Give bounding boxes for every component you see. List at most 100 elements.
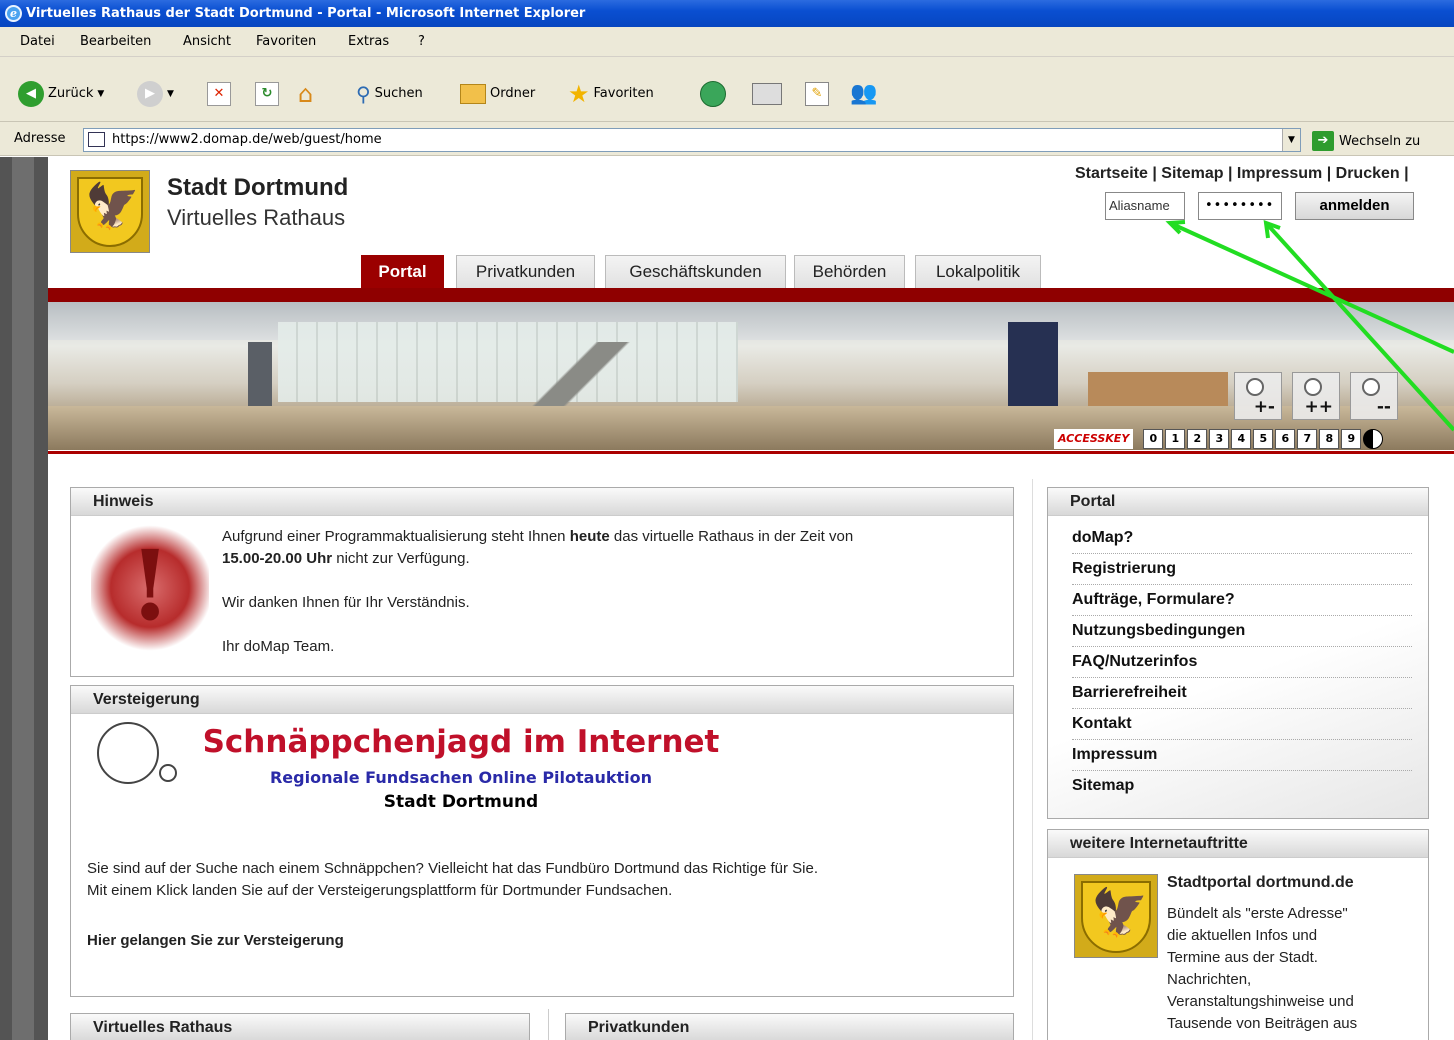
accesskey-bar: ACCESSKEY 0 1 2 3 4 5 6 7 8 9 [1054, 428, 1384, 450]
accesskey-label: ACCESSKEY [1054, 429, 1134, 449]
contrast-icon[interactable] [1363, 429, 1384, 449]
eagle-crest-icon: 🦅 [85, 181, 140, 232]
people-icon: 👥 [850, 81, 878, 106]
messenger-button[interactable]: 👥 [850, 79, 877, 109]
zoom-controls: +- ++ -- [1234, 372, 1398, 420]
chevron-down-icon[interactable]: ▼ [1282, 129, 1300, 151]
tab-behoerden[interactable]: Behörden [794, 255, 905, 289]
accesskey-7[interactable]: 7 [1297, 429, 1318, 449]
accesskey-9[interactable]: 9 [1341, 429, 1362, 449]
history-icon [700, 81, 726, 107]
nav-sitemap[interactable]: Sitemap [1072, 772, 1412, 802]
go-button[interactable]: ➔ Wechseln zu [1312, 130, 1420, 152]
refresh-button[interactable]: ↻ [255, 79, 279, 109]
accesskey-0[interactable]: 0 [1143, 429, 1164, 449]
menu-bearbeiten[interactable]: Bearbeiten [80, 27, 151, 57]
favorites-label: Favoriten [593, 86, 654, 101]
weitere-panel: weitere Internetauftritte 🦅 Stadtportal … [1047, 829, 1429, 1040]
menu-ansicht[interactable]: Ansicht [183, 27, 231, 57]
auction-subtitle: Regionale Fundsachen Online Pilotauktion [269, 768, 653, 787]
weitere-title: weitere Internetauftritte [1048, 830, 1428, 858]
site-subtitle: Virtuelles Rathaus [167, 205, 346, 230]
stadtportal-logo[interactable]: 🦅 [1074, 874, 1158, 958]
star-icon: ★ [568, 80, 590, 108]
portal-nav-panel: Portal doMap? Registrierung Aufträge, Fo… [1047, 487, 1429, 819]
search-button[interactable]: ⚲ Suchen [356, 79, 423, 109]
title-bar: e Virtuelles Rathaus der Stadt Dortmund … [0, 0, 1454, 27]
stadtportal-line3: Termine aus der Stadt. [1167, 949, 1318, 966]
auction-text1: Sie sind auf der Suche nach einem Schnäp… [87, 860, 819, 877]
back-button[interactable]: ◀ Zurück ▼ [18, 79, 104, 109]
accesskey-4[interactable]: 4 [1231, 429, 1252, 449]
nav-kontakt[interactable]: Kontakt [1072, 710, 1412, 740]
alias-input[interactable]: Aliasname [1105, 192, 1185, 220]
header-red-bar [48, 288, 1454, 302]
menu-favoriten[interactable]: Favoriten [256, 27, 316, 57]
stadtportal-line4: Nachrichten, [1167, 971, 1252, 988]
search-icon: ⚲ [356, 82, 371, 106]
nav-faq[interactable]: FAQ/Nutzerinfos [1072, 648, 1412, 678]
top-links[interactable]: Startseite | Sitemap | Impressum | Druck… [1075, 165, 1409, 183]
nav-barrierefreiheit[interactable]: Barrierefreiheit [1072, 679, 1412, 709]
dortmund-logo[interactable]: 🦅 [70, 170, 150, 253]
forward-button[interactable]: ▶ ▼ [137, 79, 174, 109]
accesskey-2[interactable]: 2 [1187, 429, 1208, 449]
nav-auftraege[interactable]: Aufträge, Formulare? [1072, 586, 1412, 616]
nav-registrierung[interactable]: Registrierung [1072, 555, 1412, 585]
privatkunden-title: Privatkunden [566, 1014, 1013, 1040]
login-button[interactable]: anmelden [1295, 192, 1414, 220]
auction-link[interactable]: Hier gelangen Sie zur Versteigerung [87, 930, 344, 952]
browser-window: e Virtuelles Rathaus der Stadt Dortmund … [0, 0, 1454, 1040]
accesskey-5[interactable]: 5 [1253, 429, 1274, 449]
stadtportal-heading[interactable]: Stadtportal dortmund.de [1167, 874, 1354, 892]
virtuelles-rathaus-panel: Virtuelles Rathaus [70, 1013, 530, 1040]
nav-impressum[interactable]: Impressum [1072, 741, 1412, 771]
chevron-down-icon: ▼ [167, 89, 174, 99]
accesskey-1[interactable]: 1 [1165, 429, 1186, 449]
printer-icon [752, 83, 782, 105]
go-arrow-icon: ➔ [1312, 131, 1334, 151]
hinweis-line2: 15.00-20.00 Uhr nicht zur Verfügung. [222, 550, 470, 567]
address-label: Adresse [14, 131, 66, 146]
folders-button[interactable]: Ordner [460, 79, 535, 109]
menu-extras[interactable]: Extras [348, 27, 389, 57]
nav-domap[interactable]: doMap? [1072, 524, 1412, 554]
tab-privatkunden[interactable]: Privatkunden [456, 255, 595, 289]
zoom-out-button[interactable]: -- [1350, 372, 1398, 420]
favorites-button[interactable]: ★ Favoriten [568, 79, 654, 109]
home-icon: ⌂ [298, 80, 314, 108]
hinweis-line3: Wir danken Ihnen für Ihr Verständnis. [222, 594, 470, 611]
zoom-toggle-button[interactable]: +- [1234, 372, 1282, 420]
auction-text2: Mit einem Klick landen Sie auf der Verst… [87, 882, 673, 899]
accesskey-3[interactable]: 3 [1209, 429, 1230, 449]
left-decor-strip [0, 157, 48, 1040]
tab-lokalpolitik[interactable]: Lokalpolitik [915, 255, 1041, 289]
virtuelles-rathaus-title: Virtuelles Rathaus [71, 1014, 529, 1040]
menu-bar: Datei Bearbeiten Ansicht Favoriten Extra… [0, 27, 1454, 57]
menu-datei[interactable]: Datei [20, 27, 55, 57]
address-input[interactable]: https://www2.domap.de/web/guest/home ▼ [83, 128, 1301, 152]
history-button[interactable] [700, 79, 726, 109]
print-button[interactable] [752, 79, 782, 109]
accesskey-8[interactable]: 8 [1319, 429, 1340, 449]
password-input[interactable]: •••••••• [1198, 192, 1282, 220]
search-label: Suchen [374, 86, 423, 101]
zoom-in-button[interactable]: ++ [1292, 372, 1340, 420]
back-label: Zurück [48, 86, 94, 101]
hinweis-title: Hinweis [71, 488, 1013, 516]
toolbar: ◀ Zurück ▼ ▶ ▼ ✕ ↻ ⌂ ⚲ Suchen Ordner ★ F… [0, 57, 1454, 122]
nav-nutzungsbedingungen[interactable]: Nutzungsbedingungen [1072, 617, 1412, 647]
menu-help[interactable]: ? [418, 27, 425, 57]
accesskey-6[interactable]: 6 [1275, 429, 1296, 449]
folder-icon [460, 84, 486, 104]
portal-nav-title: Portal [1048, 488, 1428, 516]
home-button[interactable]: ⌂ [298, 79, 313, 109]
window-title: Virtuelles Rathaus der Stadt Dortmund - … [26, 6, 586, 21]
privatkunden-panel: Privatkunden [565, 1013, 1014, 1040]
tab-geschaeftskunden[interactable]: Geschäftskunden [605, 255, 786, 289]
tab-portal[interactable]: Portal [361, 255, 444, 289]
edit-button[interactable]: ✎ [805, 79, 829, 109]
stadtportal-line5: Veranstaltungshinweise und [1167, 993, 1354, 1010]
stop-button[interactable]: ✕ [207, 79, 231, 109]
hinweis-panel: Hinweis ! Aufgrund einer Programmaktuali… [70, 487, 1014, 677]
